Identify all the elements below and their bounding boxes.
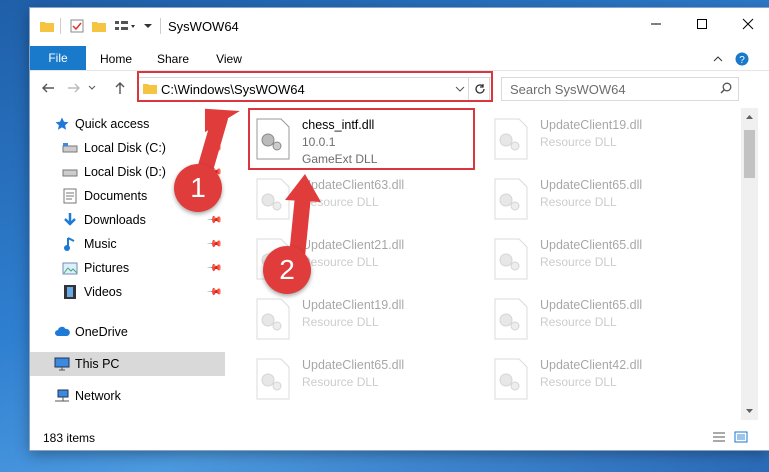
dll-file-icon: [494, 358, 528, 400]
file-description: Resource DLL: [540, 315, 617, 329]
file-item[interactable]: UpdateClient42.dll Resource DLL: [490, 352, 720, 408]
back-button[interactable]: [38, 79, 58, 97]
customize-qa-icon[interactable]: [114, 18, 136, 34]
cloud-icon: [54, 324, 70, 340]
chevron-down-icon: [88, 85, 96, 90]
maximize-button[interactable]: [679, 8, 725, 40]
large-icons-view-icon[interactable]: [734, 431, 748, 443]
videos-icon: [62, 284, 78, 300]
tab-home[interactable]: Home: [90, 48, 142, 70]
dll-file-icon: [494, 178, 528, 220]
up-button[interactable]: [110, 79, 130, 97]
forward-arrow-icon: [68, 83, 80, 93]
file-item[interactable]: UpdateClient65.dll Resource DLL: [490, 292, 720, 348]
file-name: UpdateClient19.dll: [302, 298, 405, 312]
file-item[interactable]: UpdateClient19.dll Resource DLL: [490, 112, 720, 168]
file-name: UpdateClient65.dll: [540, 178, 643, 192]
pin-icon[interactable]: 📌: [206, 260, 223, 277]
new-folder-icon[interactable]: [92, 18, 106, 34]
file-name: UpdateClient19.dll: [540, 118, 643, 132]
file-name: UpdateClient65.dll: [540, 298, 643, 312]
expand-ribbon-icon[interactable]: [710, 48, 726, 70]
sidebar-item-videos[interactable]: Videos 📌: [30, 280, 225, 304]
pin-icon[interactable]: 📌: [206, 236, 223, 253]
qa-dropdown-icon[interactable]: [143, 18, 153, 34]
file-explorer-window: SysWOW64 File Home Share View ? C:\Windo…: [30, 8, 769, 450]
documents-icon: [62, 188, 78, 204]
step-marker-1: 1: [174, 164, 222, 212]
search-box[interactable]: Search SysWOW64: [501, 77, 739, 101]
sidebar-item-music[interactable]: Music 📌: [30, 232, 225, 256]
scroll-down-icon[interactable]: [745, 408, 754, 414]
pin-icon[interactable]: 📌: [206, 212, 223, 229]
search-icon[interactable]: [720, 82, 732, 94]
qa-divider: [160, 18, 161, 34]
status-bar: 183 items: [30, 422, 769, 450]
forward-button[interactable]: [64, 79, 84, 97]
vertical-scrollbar[interactable]: [741, 108, 758, 420]
computer-icon: [54, 356, 70, 372]
minimize-button[interactable]: [633, 8, 679, 40]
dll-file-icon: [494, 298, 528, 340]
back-arrow-icon: [42, 83, 54, 93]
sidebar-item-network[interactable]: Network: [30, 384, 225, 408]
help-icon[interactable]: ?: [734, 48, 750, 70]
file-description: Resource DLL: [540, 195, 617, 209]
file-description: Resource DLL: [302, 375, 379, 389]
file-description: Resource DLL: [540, 255, 617, 269]
pictures-icon: [62, 260, 78, 276]
star-icon: [54, 116, 70, 132]
file-description: Resource DLL: [540, 135, 617, 149]
close-button[interactable]: [725, 8, 769, 40]
svg-text:?: ?: [739, 55, 745, 66]
dll-file-icon: [494, 118, 528, 160]
tab-share[interactable]: Share: [148, 48, 198, 70]
item-count: 183 items: [43, 431, 96, 445]
tab-view[interactable]: View: [206, 48, 252, 70]
maximize-icon: [697, 19, 707, 29]
dll-file-icon: [494, 238, 528, 280]
tab-file[interactable]: File: [30, 46, 86, 70]
ribbon-tabs: File Home Share View ?: [30, 44, 769, 70]
file-name: UpdateClient65.dll: [540, 238, 643, 252]
sidebar-item-onedrive[interactable]: OneDrive: [30, 320, 225, 344]
file-item[interactable]: UpdateClient65.dll Resource DLL: [252, 352, 482, 408]
scroll-up-icon[interactable]: [745, 114, 754, 120]
title-bar: SysWOW64: [30, 8, 769, 44]
file-name: UpdateClient65.dll: [302, 358, 405, 372]
dll-file-icon: [256, 298, 290, 340]
window-title: SysWOW64: [168, 19, 239, 34]
folder-icon: [40, 18, 54, 34]
network-icon: [54, 388, 70, 404]
close-icon: [742, 18, 754, 30]
file-item[interactable]: UpdateClient65.dll Resource DLL: [490, 232, 720, 288]
drive-icon: [62, 164, 78, 180]
minimize-icon: [651, 23, 661, 25]
properties-icon[interactable]: [70, 18, 84, 34]
file-item[interactable]: UpdateClient19.dll Resource DLL: [252, 292, 482, 348]
up-arrow-icon: [115, 82, 125, 94]
file-highlight: [248, 108, 475, 170]
sidebar-item-pictures[interactable]: Pictures 📌: [30, 256, 225, 280]
file-name: UpdateClient42.dll: [540, 358, 643, 372]
file-description: Resource DLL: [540, 375, 617, 389]
scrollbar-thumb[interactable]: [744, 130, 755, 178]
file-description: Resource DLL: [302, 315, 379, 329]
step-marker-2: 2: [263, 246, 311, 294]
dll-file-icon: [256, 358, 290, 400]
qa-divider: [60, 18, 61, 34]
download-icon: [62, 212, 78, 228]
pin-icon[interactable]: 📌: [206, 284, 223, 301]
search-placeholder: Search SysWOW64: [510, 81, 626, 97]
details-view-icon[interactable]: [712, 431, 726, 443]
sidebar-item-this-pc[interactable]: This PC: [30, 352, 225, 376]
recent-locations-button[interactable]: [86, 79, 98, 97]
drive-icon: [62, 140, 78, 156]
file-item[interactable]: UpdateClient65.dll Resource DLL: [490, 172, 720, 228]
music-icon: [62, 236, 78, 252]
